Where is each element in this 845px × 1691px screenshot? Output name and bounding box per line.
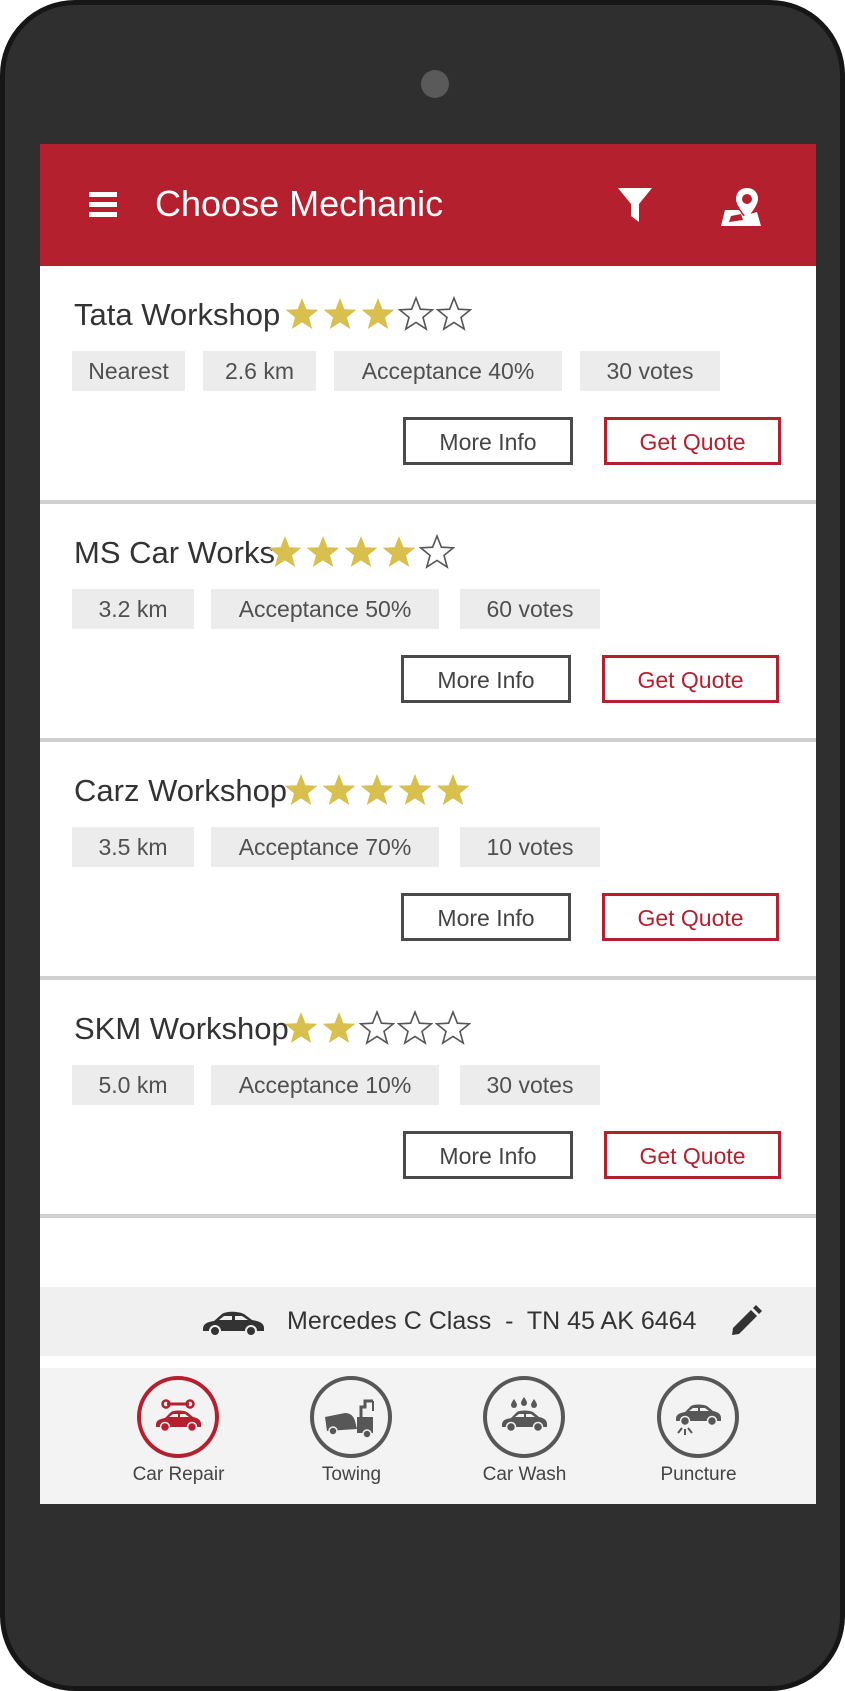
nav-car-wash[interactable]: Car Wash: [467, 1376, 587, 1500]
star-empty-icon: [435, 1010, 471, 1045]
tag-votes: 60 votes: [460, 589, 600, 629]
mechanic-name: Carz Workshop: [74, 773, 288, 808]
nav-car-repair[interactable]: Car Repair: [121, 1376, 241, 1500]
mechanic-name: MS Car Works: [74, 535, 275, 570]
bottom-navigation: Car Repair Towing Car Wash Puncture: [40, 1368, 816, 1504]
star-rating: [284, 296, 472, 334]
tag-distance: 3.2 km: [72, 589, 194, 629]
tag-acceptance: Acceptance 70%: [211, 827, 439, 867]
tag-votes: 30 votes: [460, 1065, 600, 1105]
nav-car-repair-circle: [137, 1376, 219, 1458]
app-screen: Choose Mechanic Tata Workshop Nearest 2.…: [40, 144, 816, 1504]
tag-acceptance: Acceptance 50%: [211, 589, 439, 629]
mechanic-name: SKM Workshop: [74, 1011, 289, 1046]
star-filled-icon: [285, 298, 319, 329]
mechanic-card: SKM Workshop 5.0 km Acceptance 10% 30 vo…: [40, 980, 816, 1218]
star-filled-icon: [436, 774, 470, 805]
mechanic-card: MS Car Works 3.2 km Acceptance 50% 60 vo…: [40, 504, 816, 742]
star-empty-icon: [398, 296, 434, 331]
tag-acceptance: Acceptance 10%: [211, 1065, 439, 1105]
car-repair-icon: [156, 1399, 201, 1433]
star-empty-icon: [436, 296, 472, 331]
star-filled-icon: [306, 536, 340, 567]
get-quote-button[interactable]: Get Quote: [602, 893, 779, 941]
nav-car-repair-label: Car Repair: [132, 1464, 225, 1485]
star-rating: [267, 534, 455, 572]
nav-car-wash-label: Car Wash: [482, 1464, 567, 1485]
star-filled-icon: [323, 298, 357, 329]
tag-nearest: Nearest: [72, 351, 185, 391]
get-quote-button[interactable]: Get Quote: [604, 1131, 781, 1179]
map-location-icon[interactable]: [719, 186, 763, 228]
front-camera: [421, 70, 449, 98]
more-info-button[interactable]: More Info: [403, 1131, 573, 1179]
star-empty-icon: [397, 1010, 433, 1045]
tag-acceptance: Acceptance 40%: [334, 351, 562, 391]
mechanic-card: Tata Workshop Nearest 2.6 km Acceptance …: [40, 266, 816, 504]
star-filled-icon: [382, 536, 416, 567]
star-filled-icon: [284, 774, 318, 805]
page-title: Choose Mechanic: [155, 183, 444, 224]
more-info-button[interactable]: More Info: [403, 417, 573, 465]
tag-distance: 5.0 km: [72, 1065, 194, 1105]
star-filled-icon: [268, 536, 302, 567]
nav-towing[interactable]: Towing: [294, 1376, 414, 1500]
tag-row: 3.2 km Acceptance 50% 60 votes: [72, 589, 600, 629]
star-filled-icon: [322, 774, 356, 805]
star-empty-icon: [359, 1010, 395, 1045]
mechanic-list: Tata Workshop Nearest 2.6 km Acceptance …: [40, 266, 816, 1218]
star-rating: [283, 1010, 471, 1048]
star-empty-icon: [419, 534, 455, 569]
more-info-button[interactable]: More Info: [401, 655, 571, 703]
tag-distance: 2.6 km: [203, 351, 316, 391]
nav-towing-label: Towing: [321, 1464, 382, 1485]
get-quote-button[interactable]: Get Quote: [602, 655, 779, 703]
nav-car-wash-circle: [483, 1376, 565, 1458]
app-bar: Choose Mechanic: [40, 144, 816, 266]
nav-puncture-circle: [657, 1376, 739, 1458]
car-icon: [203, 1311, 264, 1337]
star-filled-icon: [344, 536, 378, 567]
mechanic-name: Tata Workshop: [74, 297, 281, 332]
puncture-icon: [676, 1404, 721, 1435]
star-filled-icon: [322, 1012, 356, 1043]
mechanic-card: Carz Workshop 3.5 km Acceptance 70% 10 v…: [40, 742, 816, 980]
tag-row: 3.5 km Acceptance 70% 10 votes: [72, 827, 600, 867]
more-info-button[interactable]: More Info: [401, 893, 571, 941]
tag-votes: 10 votes: [460, 827, 600, 867]
phone-frame: Choose Mechanic Tata Workshop Nearest 2.…: [0, 0, 845, 1691]
nav-puncture[interactable]: Puncture: [641, 1376, 761, 1500]
selected-vehicle-bar: Mercedes C Class - TN 45 AK 6464: [40, 1287, 816, 1356]
star-filled-icon: [398, 774, 432, 805]
star-filled-icon: [361, 298, 395, 329]
tag-distance: 3.5 km: [72, 827, 194, 867]
tag-row: 5.0 km Acceptance 10% 30 votes: [72, 1065, 600, 1105]
filter-icon[interactable]: [617, 186, 653, 226]
star-rating: [283, 772, 471, 810]
tag-votes: 30 votes: [580, 351, 720, 391]
tag-row: Nearest 2.6 km Acceptance 40% 30 votes: [72, 351, 720, 391]
get-quote-button[interactable]: Get Quote: [604, 417, 781, 465]
vehicle-label: Mercedes C Class - TN 45 AK 6464: [287, 1307, 697, 1335]
car-wash-icon: [502, 1397, 547, 1433]
nav-towing-circle: [310, 1376, 392, 1458]
menu-icon[interactable]: [89, 192, 117, 218]
nav-puncture-label: Puncture: [660, 1464, 737, 1485]
towing-icon: [325, 1399, 374, 1439]
edit-icon[interactable]: [729, 1304, 763, 1338]
star-filled-icon: [360, 774, 394, 805]
star-filled-icon: [284, 1012, 318, 1043]
